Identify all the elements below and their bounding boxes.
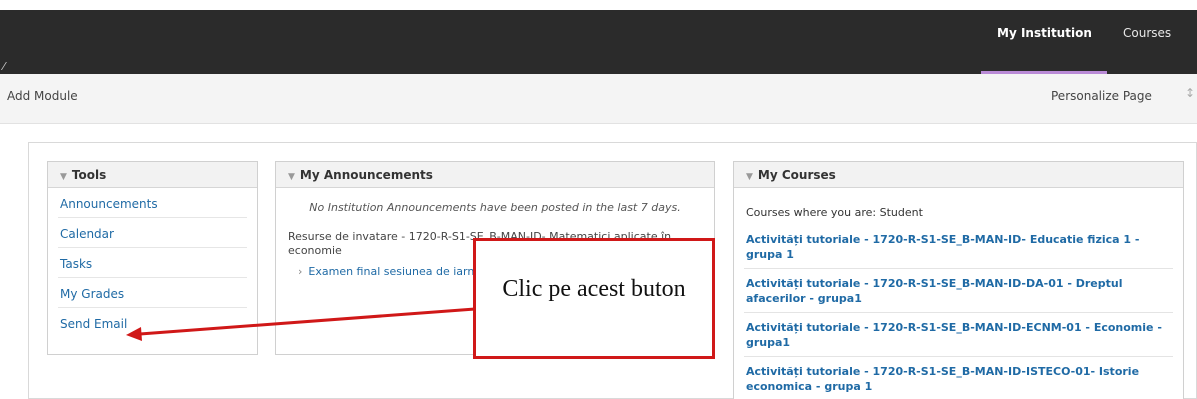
- add-module-button[interactable]: Add Module: [7, 89, 78, 103]
- tools-module-title: Tools: [71, 168, 107, 182]
- tools-item-calendar[interactable]: Calendar: [58, 218, 247, 248]
- tools-module: ▼ Tools Announcements Calendar Tasks My G…: [47, 161, 258, 355]
- collapse-caret-icon[interactable]: ▼: [288, 172, 295, 182]
- course-link[interactable]: Activități tutoriale - 1720-R-S1-SE_B-MA…: [744, 225, 1173, 269]
- tools-item-send-email[interactable]: Send Email: [58, 308, 247, 338]
- course-link[interactable]: Activități tutoriale - 1720-R-S1-SE_B-MA…: [744, 357, 1173, 399]
- my-courses-module-title: My Courses: [757, 168, 836, 182]
- course-link[interactable]: Activități tutoriale - 1720-R-S1-SE_B-MA…: [744, 313, 1173, 357]
- page-action-bar: Add Module Personalize Page ↕: [0, 74, 1197, 124]
- courses-list: Activități tutoriale - 1720-R-S1-SE_B-MA…: [734, 225, 1183, 399]
- announcement-link-label[interactable]: Examen final sesiunea de iarna: [308, 265, 481, 278]
- announcements-module-header[interactable]: ▼ My Announcements: [276, 162, 714, 188]
- tools-item-my-grades[interactable]: My Grades: [58, 278, 247, 308]
- tools-item-announcements[interactable]: Announcements: [58, 188, 247, 218]
- my-courses-module: ▼ My Courses Courses where you are: Stude…: [733, 161, 1184, 399]
- pin-icon[interactable]: ⁄: [3, 60, 5, 73]
- announcements-empty-message: No Institution Announcements have been p…: [309, 201, 681, 214]
- instruction-callout: Clic pe acest buton: [473, 238, 715, 359]
- top-navigation-bar: ⁄ My Institution Courses: [0, 10, 1197, 74]
- personalize-page-button[interactable]: Personalize Page: [1051, 89, 1152, 103]
- chevron-right-icon: ›: [298, 265, 303, 278]
- my-courses-module-header[interactable]: ▼ My Courses: [734, 162, 1183, 188]
- course-link[interactable]: Activități tutoriale - 1720-R-S1-SE_B-MA…: [744, 269, 1173, 313]
- tools-list: Announcements Calendar Tasks My Grades S…: [48, 188, 257, 338]
- collapse-caret-icon[interactable]: ▼: [746, 172, 753, 182]
- tools-module-header[interactable]: ▼ Tools: [48, 162, 257, 188]
- tab-my-institution[interactable]: My Institution: [997, 26, 1092, 40]
- reorder-icon[interactable]: ↕: [1185, 86, 1195, 100]
- collapse-caret-icon[interactable]: ▼: [60, 172, 67, 182]
- courses-role-line: Courses where you are: Student: [746, 206, 923, 219]
- announcements-module-title: My Announcements: [299, 168, 433, 182]
- tools-item-tasks[interactable]: Tasks: [58, 248, 247, 278]
